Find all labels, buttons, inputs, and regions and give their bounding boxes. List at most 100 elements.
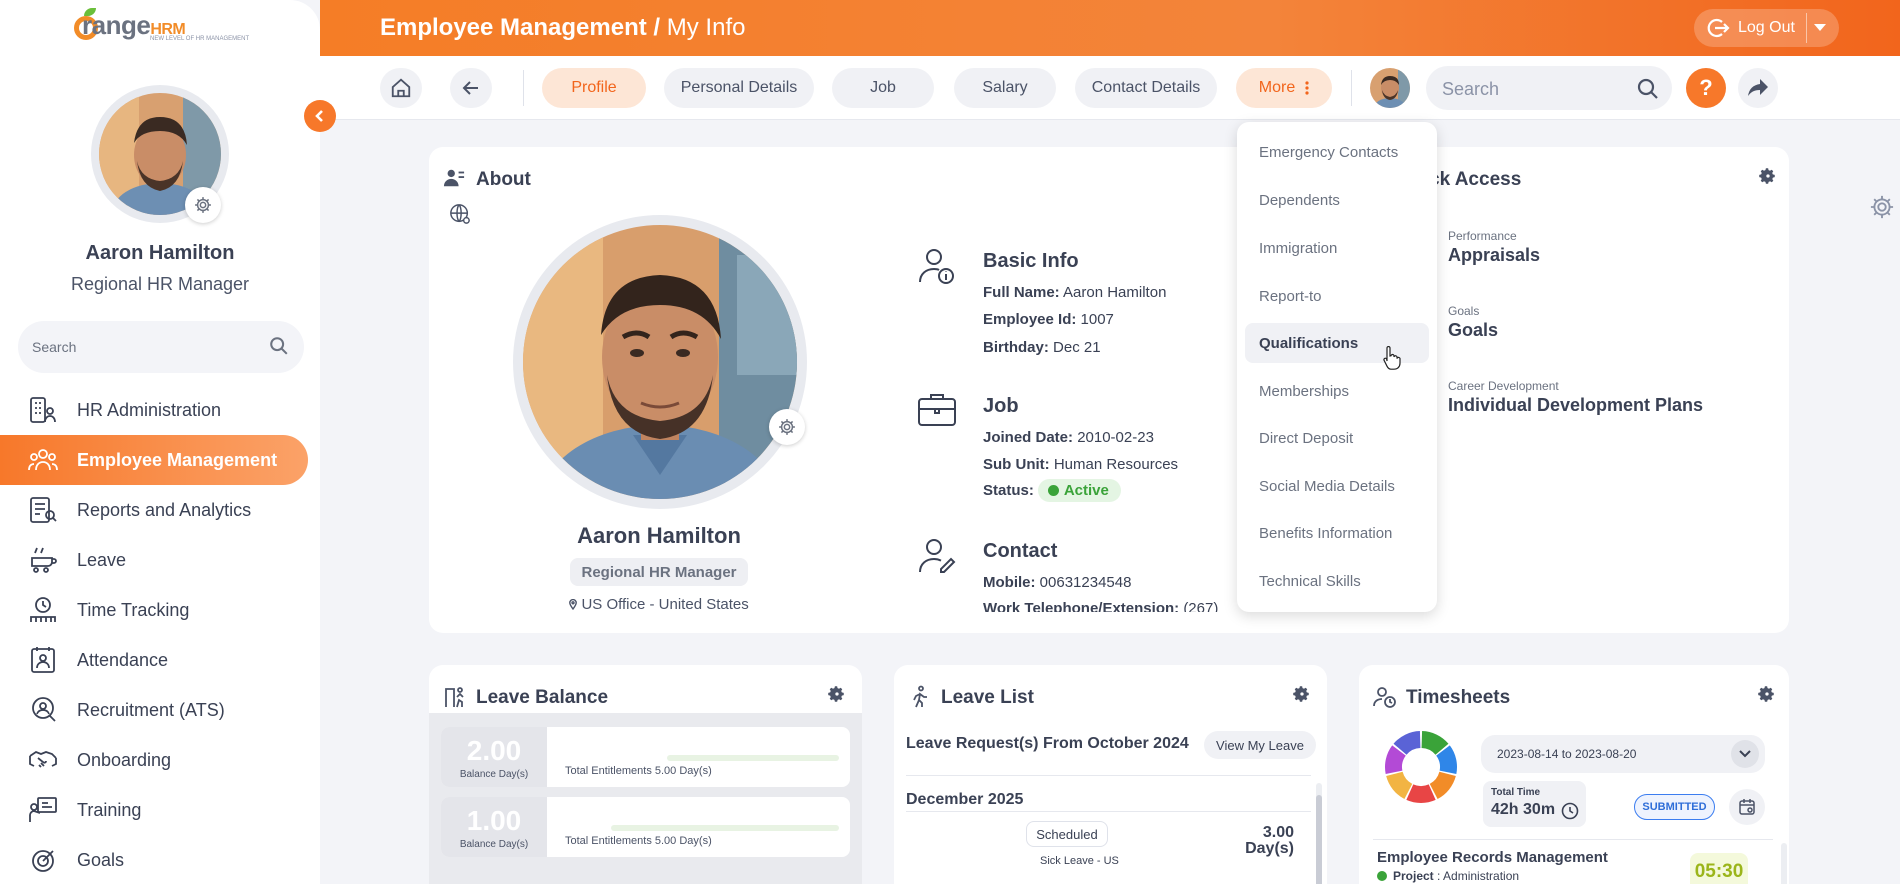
menu-item-memberships[interactable]: Memberships [1245, 371, 1429, 411]
menu-item-social-media-details[interactable]: Social Media Details [1245, 466, 1429, 506]
sidebar-item-recruitment[interactable]: Recruitment (ATS) [0, 685, 320, 735]
top-header: Employee Management / My Info Log Out [320, 0, 1900, 56]
timesheets-settings-gear-icon[interactable] [1758, 685, 1776, 703]
status-badge: Active [1037, 479, 1121, 502]
profile-role-badge: Regional HR Manager [570, 558, 748, 586]
toolbar-search-input[interactable]: Search [1426, 66, 1672, 110]
contact-person-icon [917, 536, 957, 576]
leave-icon [28, 546, 58, 574]
timesheets-card: Timesheets 2023-08-14 to 2023-08-20 Tota… [1359, 665, 1789, 884]
donut-segment [1406, 784, 1436, 803]
sidebar-user-role: Regional HR Manager [70, 274, 250, 294]
menu-item-dependents[interactable]: Dependents [1245, 180, 1429, 220]
search-icon[interactable] [268, 335, 290, 357]
people-icon [28, 446, 58, 474]
leave-balance-row[interactable]: 2.00 Balance Day(s) Total Entitlements 5.… [441, 727, 850, 787]
menu-item-report-to[interactable]: Report-to [1245, 276, 1429, 316]
home-button[interactable] [380, 68, 422, 108]
chevron-down-icon[interactable] [1731, 740, 1759, 768]
calendar-button[interactable] [1729, 789, 1765, 825]
profile-location: US Office - United States [429, 596, 889, 613]
quick-access-title: ck Access [1429, 169, 1522, 190]
timesheet-person-icon [1373, 685, 1397, 709]
goals-icon [28, 846, 58, 874]
timesheets-scrollbar[interactable] [1781, 843, 1787, 884]
sidebar-nav: HR Administration Employee Management Re… [0, 385, 320, 884]
status-badge: SUBMITTED [1634, 794, 1715, 820]
home-icon [391, 78, 411, 98]
sidebar: rangeHRM NEW LEVEL OF HR MANAGEMENT Aaro… [0, 0, 320, 884]
toolbar-avatar[interactable] [1370, 68, 1410, 108]
sidebar-item-leave[interactable]: Leave [0, 535, 320, 585]
attendance-icon [28, 646, 58, 674]
timesheet-date-range-select[interactable]: 2023-08-14 to 2023-08-20 [1481, 735, 1765, 773]
tab-more[interactable]: More [1236, 68, 1332, 108]
recruitment-icon [28, 696, 58, 724]
sidebar-item-hr-administration[interactable]: HR Administration [0, 385, 320, 435]
tab-personal-details[interactable]: Personal Details [664, 68, 814, 108]
menu-item-benefits-information[interactable]: Benefits Information [1245, 513, 1429, 553]
timesheet-donut-chart [1383, 729, 1459, 805]
chevron-down-icon[interactable] [1814, 24, 1826, 31]
tab-job[interactable]: Job [832, 68, 934, 108]
profile-photo-settings-gear-icon[interactable] [769, 409, 805, 445]
menu-item-qualifications[interactable]: Qualifications [1245, 323, 1429, 363]
view-my-leave-button[interactable]: View My Leave [1204, 731, 1316, 759]
search-icon[interactable] [1636, 77, 1660, 101]
menu-item-immigration[interactable]: Immigration [1245, 228, 1429, 268]
sidebar-item-goals[interactable]: Goals [0, 835, 320, 884]
chevron-left-icon [315, 110, 323, 122]
briefcase-icon [917, 391, 957, 427]
tab-contact-details[interactable]: Contact Details [1075, 68, 1217, 108]
sidebar-item-reports-and-analytics[interactable]: Reports and Analytics [0, 485, 320, 535]
sidebar-user-name: Aaron Hamilton [85, 242, 235, 264]
menu-item-technical-skills[interactable]: Technical Skills [1245, 561, 1429, 601]
tab-salary[interactable]: Salary [954, 68, 1056, 108]
profile-name: Aaron Hamilton [577, 523, 741, 548]
about-card: About Aaron Hamilton Regional HR Manager [429, 147, 1789, 633]
sidebar-item-training[interactable]: Training [0, 785, 320, 835]
report-icon [28, 496, 58, 524]
sidebar-item-attendance[interactable]: Attendance [0, 635, 320, 685]
profile-toolbar: Profile Personal Details Job Salary Cont… [320, 56, 1900, 120]
user-info-icon [917, 246, 957, 286]
leave-balance-row[interactable]: 1.00 Balance Day(s) Total Entitlements 5.… [441, 797, 850, 857]
more-vertical-icon [1305, 81, 1309, 95]
share-arrow-icon [1748, 79, 1768, 96]
arrow-left-icon [462, 81, 478, 95]
sidebar-collapse-button[interactable] [304, 100, 336, 132]
leave-status-badge: Scheduled [1026, 821, 1108, 847]
clock-icon [1561, 802, 1579, 820]
handshake-icon [28, 746, 58, 774]
donut-segment [1429, 771, 1456, 799]
total-time-box: Total Time 42h 30m [1483, 781, 1586, 827]
sidebar-search-input[interactable]: Search [18, 321, 304, 373]
quick-access-settings-gear-icon[interactable] [1759, 167, 1777, 185]
avatar-settings-gear-icon[interactable] [185, 187, 221, 223]
leave-balance-settings-gear-icon[interactable] [828, 685, 846, 703]
clock-icon [28, 596, 58, 624]
logout-icon [1706, 17, 1730, 39]
building-icon [28, 396, 58, 424]
menu-item-emergency-contacts[interactable]: Emergency Contacts [1245, 132, 1429, 172]
sidebar-item-onboarding[interactable]: Onboarding [0, 735, 320, 785]
menu-item-direct-deposit[interactable]: Direct Deposit [1245, 418, 1429, 458]
profile-photo[interactable] [523, 225, 797, 499]
page-settings-gear-icon[interactable] [1868, 193, 1898, 223]
tab-profile[interactable]: Profile [542, 68, 646, 108]
more-dropdown-menu: Emergency Contacts Dependents Immigratio… [1237, 122, 1437, 612]
logout-button[interactable]: Log Out [1694, 9, 1839, 47]
help-button[interactable]: ? [1686, 68, 1726, 108]
back-button[interactable] [450, 68, 492, 108]
page-title: Employee Management / My Info [380, 14, 746, 41]
share-button[interactable] [1738, 68, 1778, 108]
leave-list-card: Leave List Leave Request(s) From October… [894, 665, 1327, 884]
sidebar-item-employee-management[interactable]: Employee Management [0, 435, 308, 485]
walking-person-icon [908, 685, 932, 709]
globe-icon[interactable] [449, 203, 471, 225]
sidebar-item-time-tracking[interactable]: Time Tracking [0, 585, 320, 635]
person-card-icon [443, 167, 465, 189]
leave-balance-icon [443, 685, 467, 709]
leave-list-settings-gear-icon[interactable] [1293, 685, 1311, 703]
donut-segment [1386, 771, 1413, 799]
